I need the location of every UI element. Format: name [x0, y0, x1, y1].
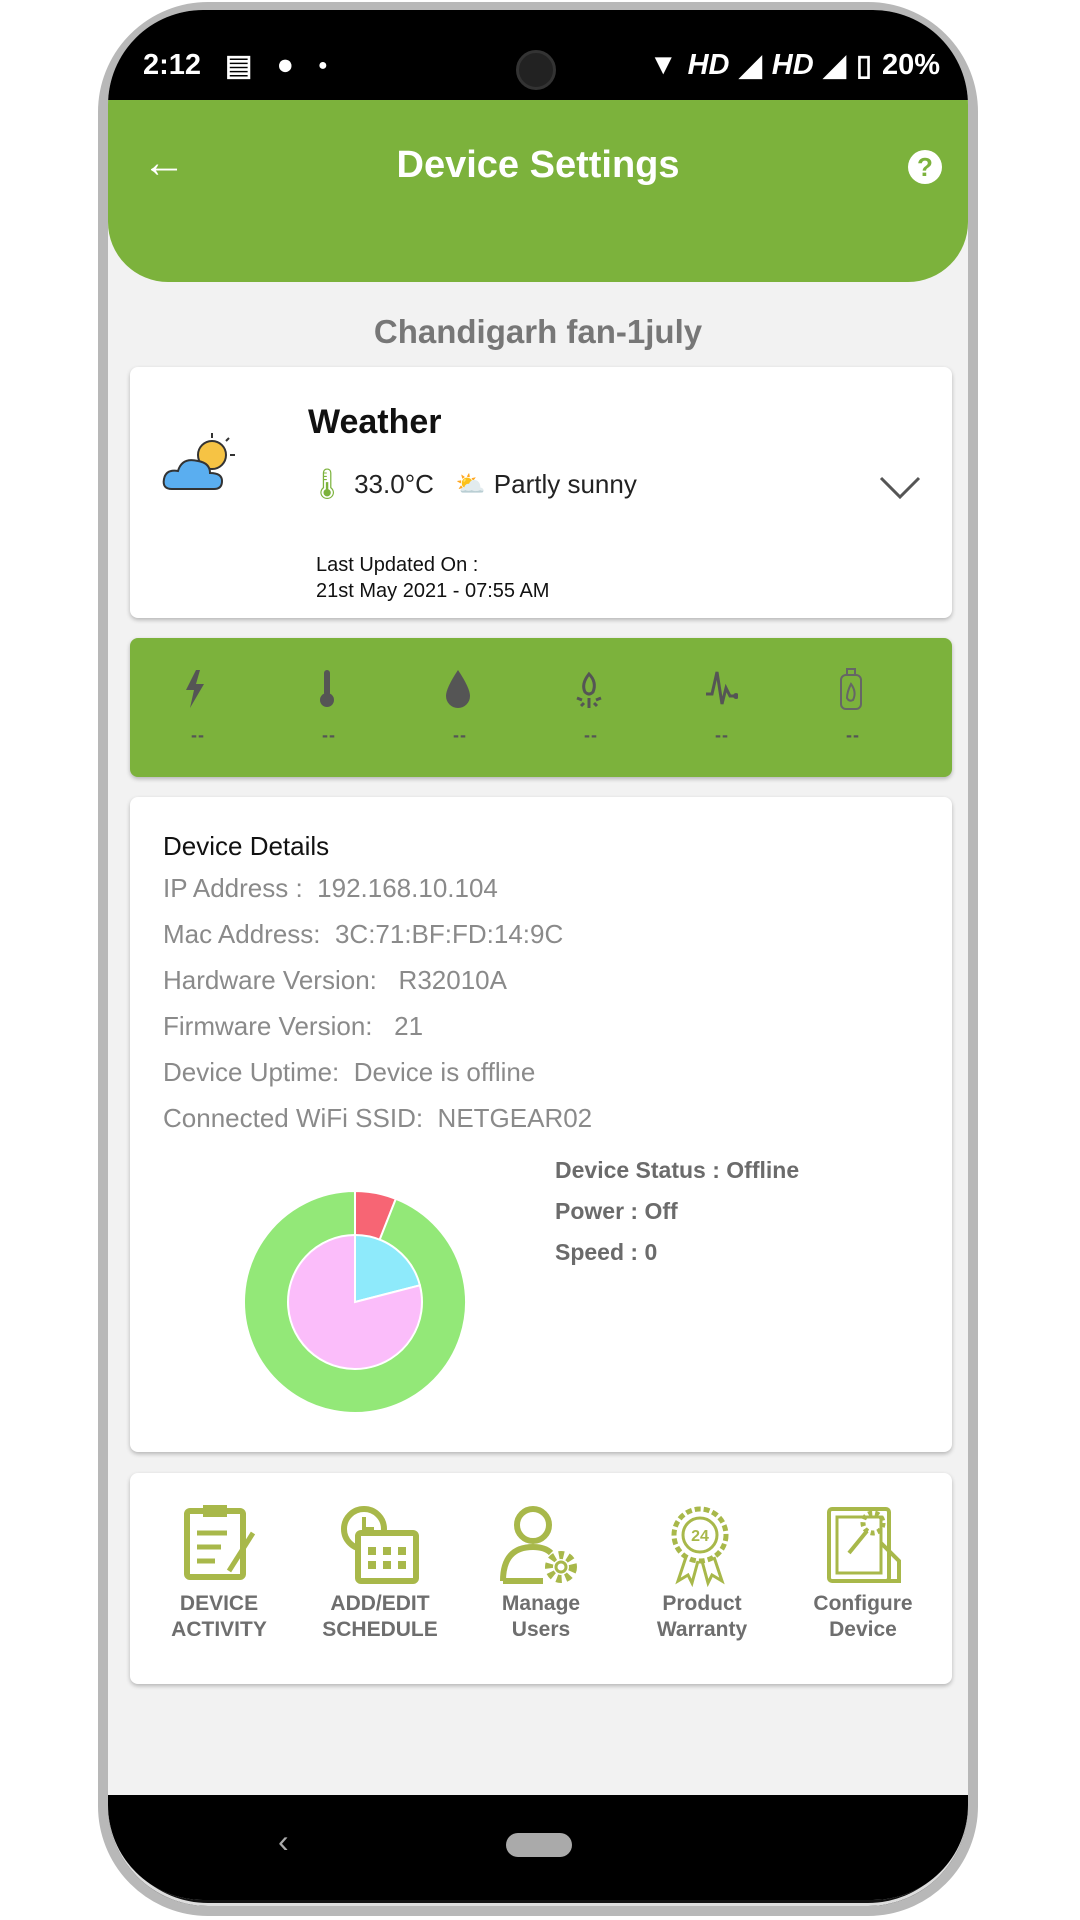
device-details-heading: Device Details: [163, 831, 330, 861]
sensor-value: --: [322, 725, 336, 745]
last-updated-value: 21st May 2021 - 07:55 AM: [316, 580, 550, 602]
chevron-down-icon[interactable]: [878, 475, 922, 501]
back-nav-icon[interactable]: ‹: [278, 1823, 289, 1860]
page-title: Device Settings: [396, 144, 680, 186]
pulse-icon: [706, 671, 739, 705]
camera: [516, 50, 556, 90]
gas-cylinder-icon: [840, 668, 862, 710]
detail-row: IP Address : 192.168.10.104: [163, 873, 498, 903]
signal-icon: ◢: [739, 50, 762, 82]
news-icon: ▤: [225, 50, 253, 82]
menu-label: Users: [511, 1618, 571, 1641]
status-bar: 2:12 ▤ ● ● ▼ HD ◢ HD ◢ ▯ 20%: [108, 10, 968, 100]
menu-label: SCHEDULE: [322, 1618, 438, 1641]
sensor-value: --: [715, 725, 729, 745]
sensor-item: --: [823, 668, 883, 746]
water-drop-icon: [446, 670, 470, 708]
clipboard-icon: [184, 1505, 256, 1580]
menu-label: ADD/EDIT: [330, 1592, 430, 1615]
menu-label: Configure: [813, 1592, 913, 1615]
battery-icon: ▯: [855, 50, 872, 82]
sensor-item: --: [692, 668, 752, 746]
menu-label: DEVICE: [179, 1592, 259, 1615]
sensor-item: --: [168, 668, 228, 746]
calendar-clock-icon: [341, 1506, 419, 1584]
menu-label: Warranty: [656, 1618, 748, 1641]
status-line: Device Status : Offline: [555, 1157, 800, 1183]
detail-row: Mac Address: 3C:71:BF:FD:14:9C: [163, 919, 564, 949]
partly-cloudy-icon: [162, 433, 235, 490]
sensor-item: --: [561, 668, 621, 746]
detail-row: Firmware Version: 21: [163, 1011, 424, 1041]
menu-item-manage[interactable]: Manage Users: [466, 1503, 616, 1643]
menu-item-configure[interactable]: Configure Device: [788, 1503, 938, 1643]
network-label: HD: [687, 49, 730, 81]
menu-label: Manage: [501, 1592, 581, 1615]
sensor-value: --: [453, 725, 467, 745]
network-label-2: HD: [771, 49, 814, 81]
sensor-bar: -- -- -- -- -- --: [130, 638, 952, 777]
detail-row: Connected WiFi SSID: NETGEAR02: [163, 1103, 593, 1133]
weather-title: Weather: [308, 403, 442, 441]
detail-row: Device Uptime: Device is offline: [163, 1057, 536, 1087]
wifi-icon: ▼: [648, 49, 678, 81]
menu-label: ACTIVITY: [171, 1618, 267, 1641]
warranty-badge-text: 24: [691, 1528, 709, 1545]
fire-icon: [576, 671, 602, 708]
weather-condition: Partly sunny: [493, 469, 637, 499]
thermometer-icon: [320, 670, 334, 707]
status-line: Power : Off: [555, 1198, 678, 1224]
last-updated-label: Last Updated On :: [316, 554, 479, 576]
temperature: 33.0°C: [354, 469, 434, 499]
sensor-value: --: [191, 725, 205, 745]
home-pill[interactable]: [506, 1833, 572, 1857]
weather-card[interactable]: Weather 🌡 33.0°C ⛅ Partly sunny Last Update…: [130, 367, 952, 618]
clock: 2:12: [143, 49, 202, 81]
nav-bar: ‹: [108, 1795, 968, 1900]
battery-level: 20%: [881, 49, 940, 81]
action-menu: DEVICE ACTIVITY ADD/EDIT SCHEDULE Manage User…: [130, 1473, 952, 1684]
menu-item-add-edit[interactable]: ADD/EDIT SCHEDULE: [305, 1503, 455, 1643]
device-details-card: Device Details IP Address : 192.168.10.1…: [130, 797, 952, 1452]
configure-device-icon: [827, 1507, 901, 1583]
partly-sunny-icon: ⛅: [455, 471, 486, 498]
sensor-value: --: [584, 725, 598, 745]
dot-icon: ●: [317, 56, 328, 74]
sensor-value: --: [846, 725, 860, 745]
sensor-item: --: [299, 668, 359, 746]
menu-item-product[interactable]: 24 Product Warranty: [627, 1503, 777, 1643]
menu-label: Product: [662, 1592, 742, 1615]
help-icon[interactable]: ?: [908, 150, 942, 184]
menu-item-device[interactable]: DEVICE ACTIVITY: [144, 1503, 294, 1643]
sensor-item: --: [430, 668, 490, 746]
status-line: Speed : 0: [555, 1239, 658, 1265]
detail-row: Hardware Version: R32010A: [163, 965, 507, 995]
device-name: Chandigarh fan-1july: [373, 313, 703, 350]
user-gear-icon: [500, 1506, 577, 1584]
warranty-badge-icon: 24: [671, 1506, 729, 1587]
thermometer-icon: 🌡: [308, 468, 347, 501]
status-pie-chart: [243, 1189, 467, 1414]
signal-icon: ◢: [823, 50, 846, 82]
lightning-icon: [186, 670, 204, 708]
screen: 2:12 ▤ ● ● ▼ HD ◢ HD ◢ ▯ 20% ← Device Settings ? …: [108, 10, 968, 1900]
menu-label: Device: [829, 1618, 897, 1641]
app-header: ← Device Settings ?: [108, 100, 968, 282]
chat-icon: ●: [276, 49, 294, 81]
